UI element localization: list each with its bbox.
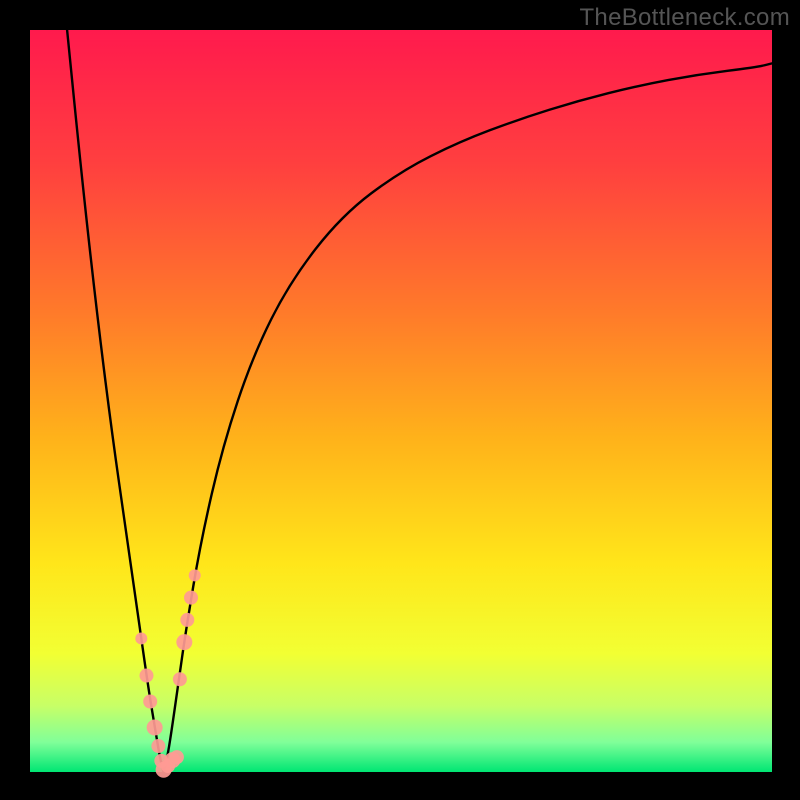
marker-right-cluster-2 <box>180 613 194 627</box>
chart-outer-frame: TheBottleneck.com <box>0 0 800 800</box>
marker-left-cluster-3 <box>147 719 163 735</box>
watermark-text: TheBottleneck.com <box>579 4 790 32</box>
curve-left-branch <box>67 30 163 772</box>
marker-left-cluster-4 <box>151 739 165 753</box>
marker-right-cluster-1 <box>176 634 192 650</box>
chart-svg-layer <box>30 30 772 772</box>
marker-bottom-cluster-3 <box>170 750 184 764</box>
marker-left-cluster-0 <box>135 632 147 644</box>
curve-right-branch <box>164 63 772 772</box>
marker-left-cluster-2 <box>143 695 157 709</box>
marker-right-cluster-3 <box>184 591 198 605</box>
marker-left-cluster-1 <box>139 669 153 683</box>
chart-plot-area <box>30 30 772 772</box>
marker-right-cluster-0 <box>173 672 187 686</box>
marker-right-cluster-4 <box>189 569 201 581</box>
